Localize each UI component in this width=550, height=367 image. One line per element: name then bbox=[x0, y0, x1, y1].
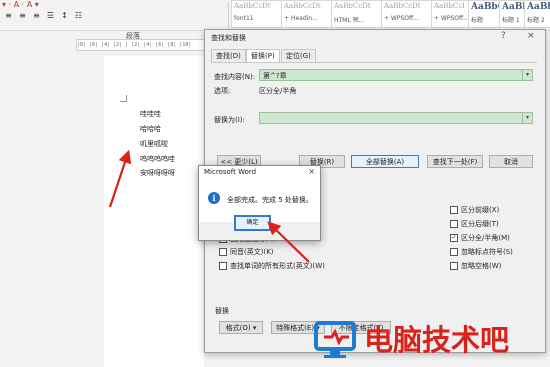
all-word-forms-checkbox[interactable]: 查找单词的所有形式(英文)(W) bbox=[219, 261, 325, 271]
chevron-down-icon[interactable]: ▾ bbox=[522, 70, 532, 80]
ignore-space-checkbox[interactable]: 忽略空格(W) bbox=[450, 261, 501, 271]
message-box-title: Microsoft Word bbox=[204, 168, 257, 176]
checkbox-box[interactable] bbox=[450, 220, 458, 228]
checkbox-box[interactable] bbox=[450, 206, 458, 214]
checkbox-label: 查找单词的所有形式(英文)(W) bbox=[230, 262, 325, 270]
style-heading[interactable]: AaBbCcDt + Headin... bbox=[281, 0, 332, 28]
style-sample: AaBbCcDt bbox=[334, 2, 371, 10]
align-right-icon[interactable]: ≡ bbox=[32, 11, 41, 20]
sounds-like-checkbox[interactable]: 同音(英文)(K) bbox=[219, 247, 274, 257]
style-name: 标题 bbox=[471, 17, 484, 24]
message-box: Microsoft Word × i 全部完成。完成 5 处替换。 确定 bbox=[198, 165, 321, 241]
paragraph-format-row: ≡ ≡ ≡ ☰ ↕ ☷ bbox=[4, 11, 83, 20]
line-spacing-icon[interactable]: ↕ bbox=[60, 11, 69, 20]
dialog-title: 查找和替换 bbox=[211, 34, 246, 42]
style-name: 标题 1 bbox=[502, 17, 520, 24]
style-name: + WPSOff... bbox=[384, 15, 419, 22]
ignore-punct-checkbox[interactable]: 忽略标点符号(S) bbox=[450, 247, 513, 257]
checkbox-box[interactable] bbox=[219, 248, 227, 256]
style-sample: AaBbC bbox=[527, 2, 550, 12]
style-heading-1[interactable]: AaBbC 标题 1 bbox=[499, 0, 525, 28]
font-color-controls[interactable]: ▾ · A · A ▾ bbox=[2, 0, 39, 9]
style-sample: AaBbCcDt bbox=[384, 2, 421, 10]
checkbox-label: 区分全/半角(M) bbox=[461, 234, 510, 242]
justify-icon[interactable]: ☰ bbox=[46, 11, 55, 20]
style-heading-2[interactable]: AaBbC 标题 2 bbox=[524, 0, 550, 28]
replace-all-button[interactable]: 全部替换(A) bbox=[351, 155, 419, 168]
tab-find[interactable]: 查找(D) bbox=[211, 49, 246, 63]
find-what-input[interactable]: 第^?章 ▾ bbox=[259, 69, 533, 81]
watermark-logo-icon bbox=[314, 321, 356, 358]
doc-line: 哈哈哈 bbox=[140, 125, 161, 133]
style-html[interactable]: AaBbCcDt HTML 预... bbox=[331, 0, 382, 28]
match-width-checkbox[interactable]: ✓ 区分全/半角(M) bbox=[450, 233, 510, 243]
style-sample: AaBbCcI bbox=[434, 2, 465, 10]
style-wpsoffice-2[interactable]: AaBbCcI + WPSOff... bbox=[431, 0, 469, 28]
find-what-label: 查找内容(N): bbox=[214, 73, 256, 81]
style-name: + WPSOff... bbox=[434, 15, 469, 22]
close-icon[interactable]: × bbox=[308, 167, 315, 176]
shading-icon[interactable]: ☷ bbox=[74, 11, 83, 20]
doc-line: 哇哇哇 bbox=[140, 110, 161, 118]
align-left-icon[interactable]: ≡ bbox=[4, 11, 13, 20]
format-button[interactable]: 格式(O) ▾ bbox=[219, 321, 263, 334]
style-sample: AaBbC bbox=[502, 2, 524, 12]
style-sample: AaBbCcDt bbox=[284, 2, 321, 10]
style-font11[interactable]: AaBbCcDt font11 bbox=[231, 0, 282, 28]
checkbox-label: 忽略空格(W) bbox=[461, 262, 502, 270]
close-button[interactable]: × bbox=[527, 31, 535, 41]
style-name: font11 bbox=[234, 15, 254, 22]
style-wpsoffice-1[interactable]: AaBbCcDt + WPSOff... bbox=[381, 0, 432, 28]
horizontal-ruler[interactable]: |8| |6| |4| |2| | |2| |4| |6| |8| |10| bbox=[76, 39, 208, 51]
options-value: 区分全/半角 bbox=[259, 87, 297, 95]
style-title[interactable]: AaBbC 标题 bbox=[468, 0, 500, 28]
checkbox-label: 区分前缀(X) bbox=[461, 206, 500, 214]
find-next-button[interactable]: 查找下一处(F) bbox=[427, 155, 483, 168]
doc-line: 安呀呀呀呀 bbox=[140, 169, 175, 177]
style-sample: AaBbC bbox=[471, 2, 499, 12]
watermark-text: 电脑技术吧 bbox=[364, 323, 510, 357]
tab-replace[interactable]: 替换(P) bbox=[246, 49, 280, 63]
ok-button[interactable]: 确定 bbox=[234, 215, 271, 231]
chevron-down-icon[interactable]: ▾ bbox=[522, 113, 532, 123]
style-name: HTML 预... bbox=[334, 17, 365, 24]
style-name: + Headin... bbox=[284, 15, 318, 22]
replace-with-input[interactable]: ▾ bbox=[259, 112, 533, 124]
checkbox-label: 区分后缀(T) bbox=[461, 220, 499, 228]
doc-line: 呜呜呜呜哇 bbox=[140, 155, 175, 163]
info-icon: i bbox=[208, 192, 220, 204]
tab-goto[interactable]: 定位(G) bbox=[281, 49, 316, 63]
message-text: 全部完成。完成 5 处替换。 bbox=[227, 196, 313, 204]
document-page[interactable] bbox=[104, 56, 204, 367]
align-center-icon[interactable]: ≡ bbox=[18, 11, 27, 20]
match-prefix-checkbox[interactable]: 区分前缀(X) bbox=[450, 205, 499, 215]
find-what-value: 第^?章 bbox=[263, 72, 287, 80]
checkbox-box[interactable]: ✓ bbox=[450, 234, 458, 242]
doc-line: 叽里呱啦 bbox=[140, 140, 168, 148]
style-sample: AaBbCcDt bbox=[234, 2, 271, 10]
checkbox-box[interactable] bbox=[450, 262, 458, 270]
help-button[interactable]: ? bbox=[501, 31, 506, 41]
checkbox-label: 同音(英文)(K) bbox=[230, 248, 274, 256]
replace-with-label: 替换为(I): bbox=[214, 116, 245, 124]
checkbox-label: 忽略标点符号(S) bbox=[461, 248, 513, 256]
style-name: 标题 2 bbox=[527, 17, 545, 24]
replace-section-label: 替换 bbox=[215, 307, 229, 315]
match-suffix-checkbox[interactable]: 区分后缀(T) bbox=[450, 219, 499, 229]
checkbox-box[interactable] bbox=[450, 248, 458, 256]
cancel-button[interactable]: 取消 bbox=[489, 155, 533, 168]
margin-corner-mark bbox=[120, 95, 127, 102]
options-label: 选项: bbox=[214, 87, 231, 95]
checkbox-box[interactable] bbox=[219, 262, 227, 270]
